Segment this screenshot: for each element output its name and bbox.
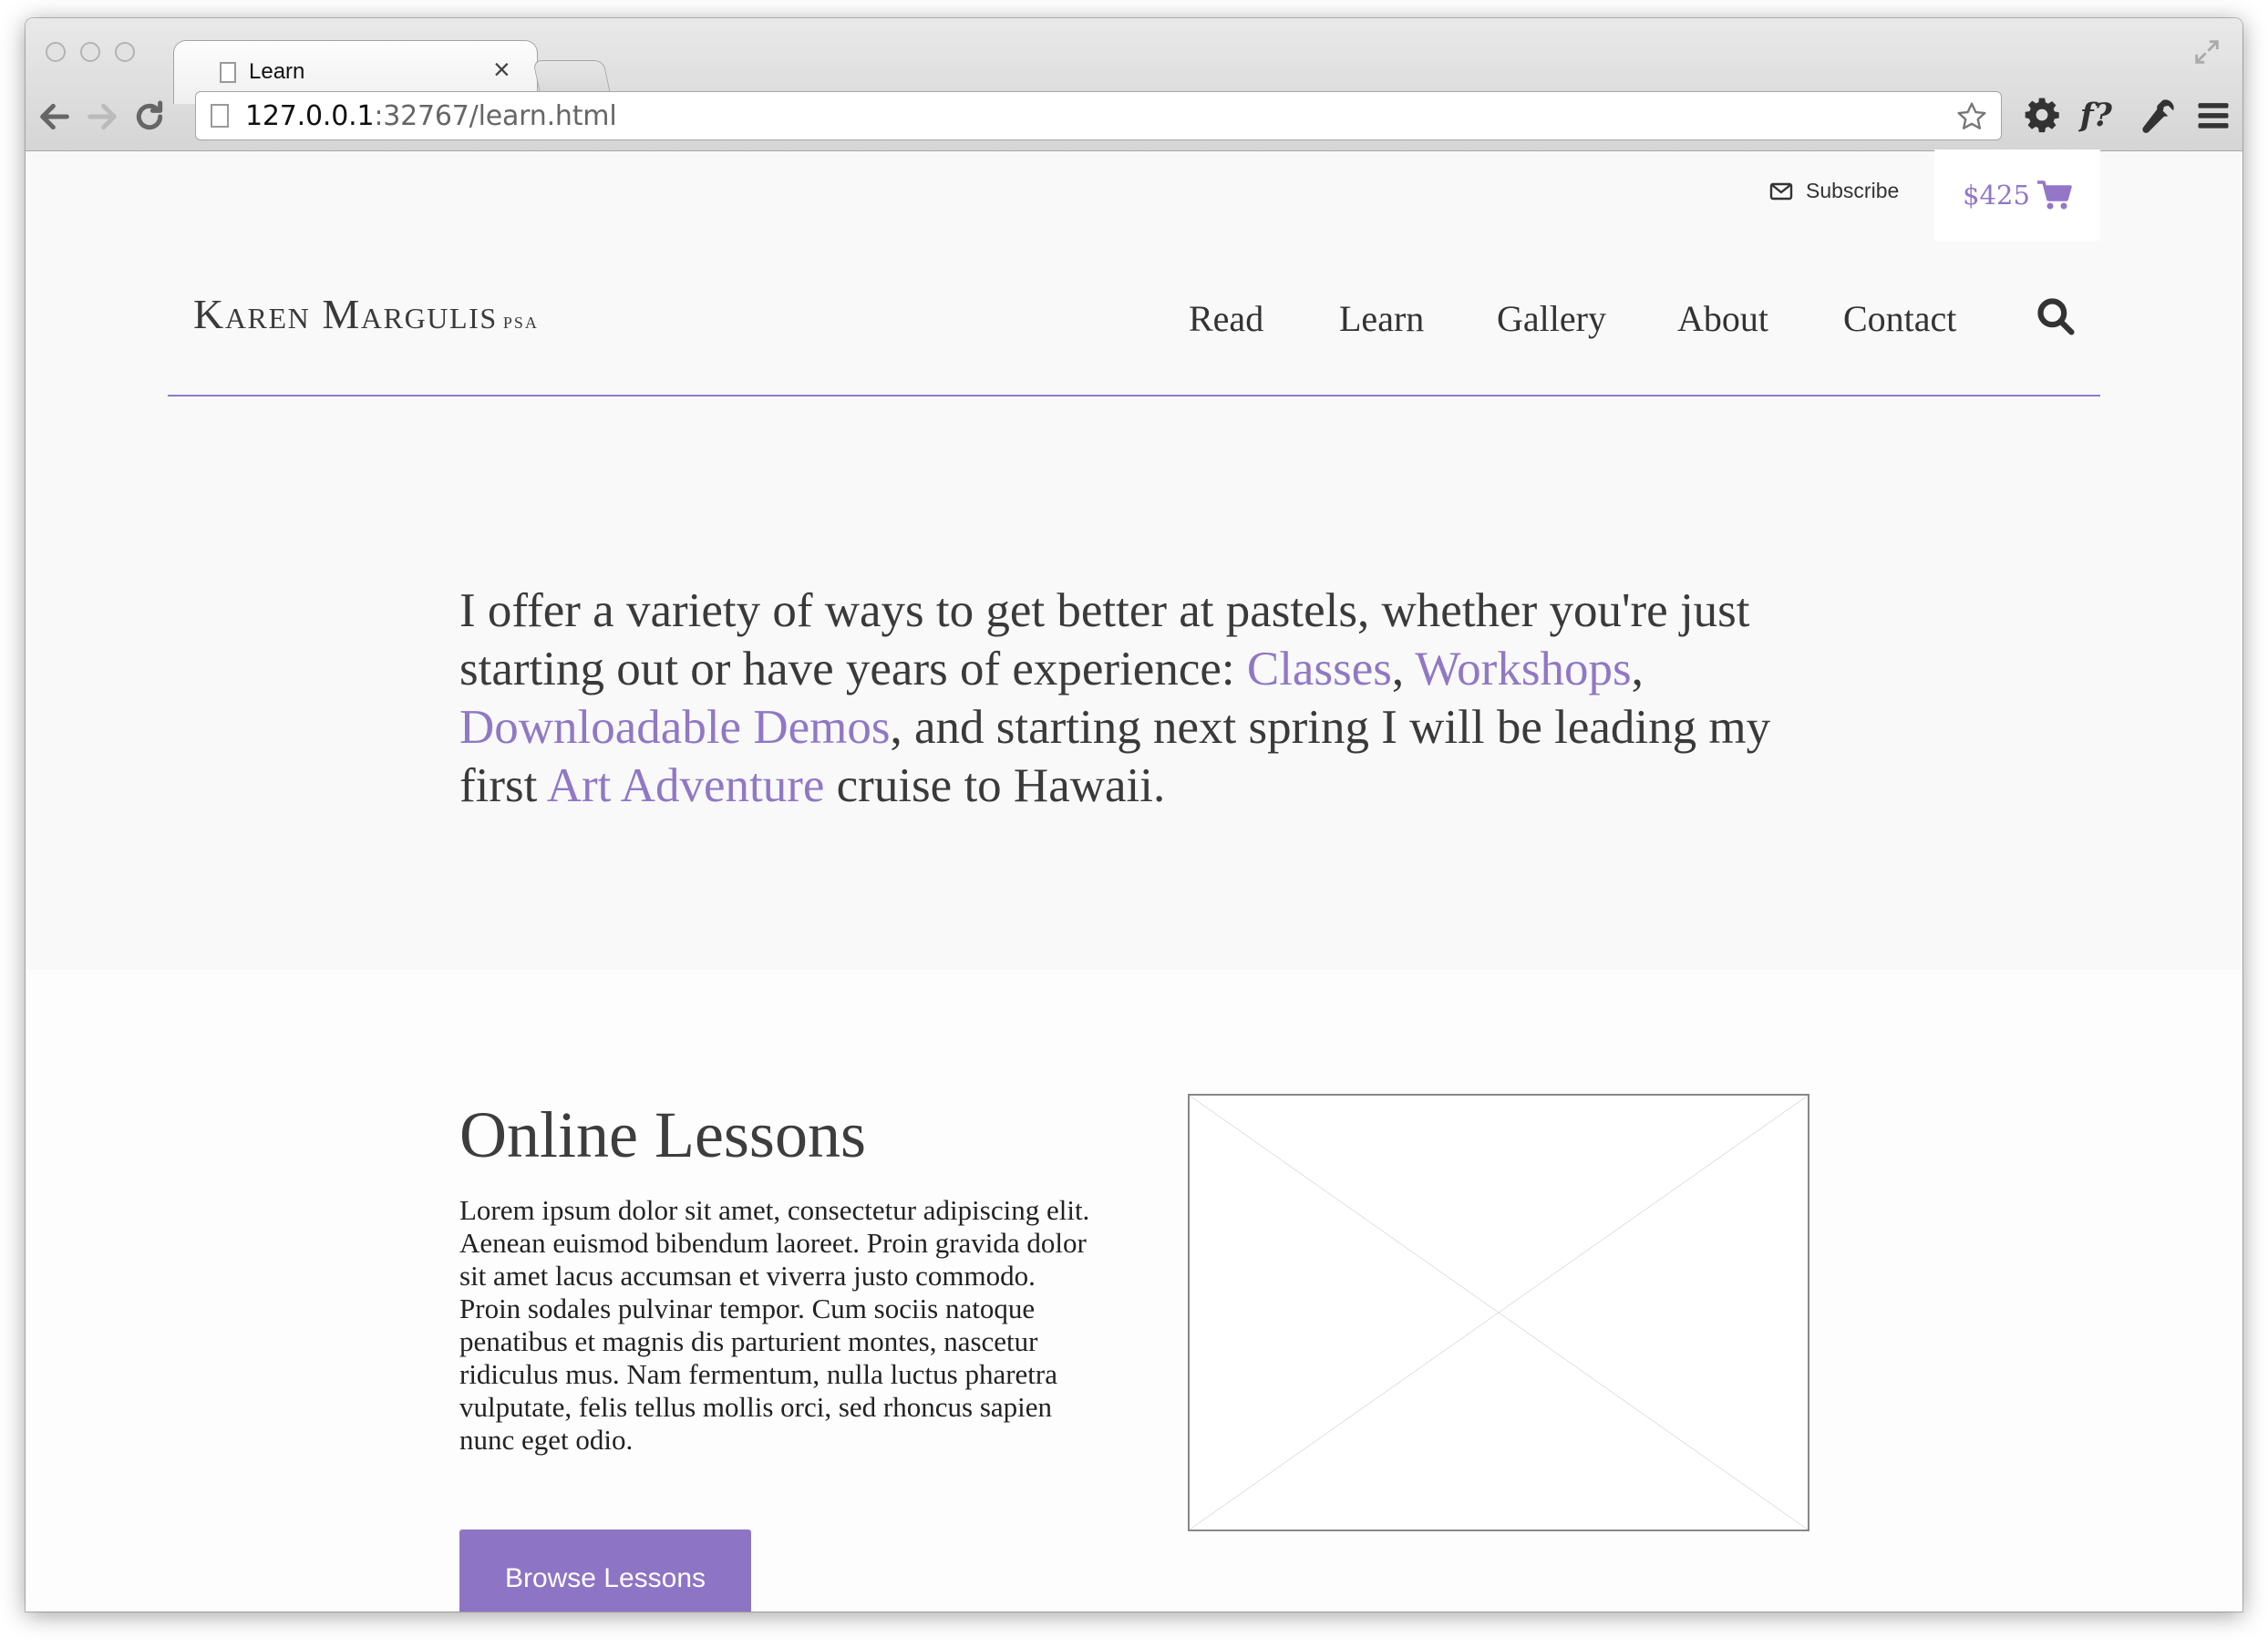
close-icon[interactable]: × (493, 55, 510, 84)
nav-divider (168, 395, 2100, 397)
tab-title: Learn (249, 59, 305, 84)
art-adventure-link[interactable]: Art Adventure (547, 759, 825, 812)
classes-link[interactable]: Classes (1247, 643, 1392, 695)
nav-link-gallery[interactable]: Gallery (1497, 297, 1606, 340)
svg-text:f?: f? (2078, 97, 2113, 134)
window-controls (46, 42, 135, 62)
nav-link-about[interactable]: About (1677, 297, 1768, 340)
browser-chrome: Learn × 127.0.0.1:32767/learn.html f? (26, 18, 2242, 151)
downloadable-demos-link[interactable]: Downloadable Demos (459, 701, 890, 754)
search-icon[interactable] (2036, 296, 2076, 336)
site-logo[interactable]: Karen Margulis psa (193, 290, 539, 338)
cart-amount: $425 (1963, 180, 2030, 211)
forward-arrow-icon[interactable] (84, 98, 120, 135)
nav-link-learn[interactable]: Learn (1339, 297, 1424, 340)
back-arrow-icon[interactable] (36, 98, 73, 135)
subscribe-link[interactable]: Subscribe (1769, 179, 1899, 203)
section-title: Online Lessons (459, 1098, 866, 1171)
placeholder-cross (1190, 1096, 1808, 1530)
browser-window: Learn × 127.0.0.1:32767/learn.html f? Su… (26, 18, 2242, 1612)
new-tab-button[interactable] (532, 60, 611, 93)
cart-button[interactable]: $425 (1934, 149, 2100, 241)
wrench-icon[interactable] (2139, 95, 2179, 135)
subscribe-label: Subscribe (1806, 179, 1900, 202)
browse-lessons-button[interactable]: Browse Lessons (459, 1530, 751, 1612)
envelope-icon (1769, 182, 1793, 200)
star-icon[interactable] (1955, 100, 1988, 133)
intro-text: I offer a variety of ways to get better … (459, 584, 1771, 812)
image-placeholder (1188, 1094, 1809, 1531)
online-lessons-section: Online Lessons Lorem ipsum dolor sit ame… (26, 970, 2242, 1612)
nav-link-contact[interactable]: Contact (1843, 297, 1956, 340)
address-bar[interactable]: 127.0.0.1:32767/learn.html (195, 91, 2002, 140)
workshops-link[interactable]: Workshops (1415, 643, 1631, 695)
reload-icon[interactable] (131, 98, 168, 135)
zoom-window-button[interactable] (115, 42, 135, 62)
logo-suffix: psa (502, 307, 539, 334)
menu-icon[interactable] (2193, 95, 2233, 135)
fullscreen-icon[interactable] (2191, 36, 2222, 67)
minimize-window-button[interactable] (80, 42, 100, 62)
logo-name: Karen Margulis (193, 291, 498, 337)
gear-icon[interactable] (2022, 95, 2062, 135)
fontface-icon[interactable]: f? (2078, 95, 2126, 135)
page-content: Subscribe $425 Karen Margulis psa Read Le… (26, 149, 2242, 1612)
section-body: Lorem ipsum dolor sit amet, consectetur … (459, 1194, 1090, 1456)
page-icon (211, 104, 229, 128)
cart-icon (2036, 180, 2072, 210)
page-icon (220, 62, 236, 83)
close-window-button[interactable] (46, 42, 66, 62)
url-text[interactable]: 127.0.0.1:32767/learn.html (245, 100, 617, 132)
nav-link-read[interactable]: Read (1189, 297, 1263, 340)
